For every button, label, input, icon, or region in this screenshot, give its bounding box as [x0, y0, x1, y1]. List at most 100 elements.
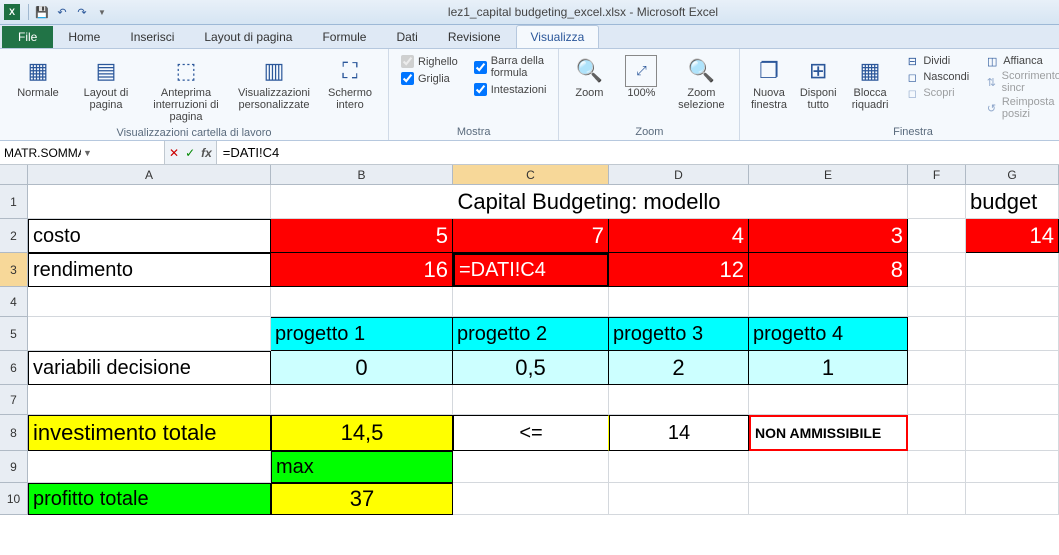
- redo-icon[interactable]: ↷: [73, 3, 91, 21]
- row-header-8[interactable]: 8: [0, 415, 28, 451]
- cell-F1[interactable]: [908, 185, 966, 219]
- cell-A2[interactable]: costo: [28, 219, 271, 253]
- btn-normale[interactable]: ▦ Normale: [6, 53, 70, 101]
- cell-G10[interactable]: [966, 483, 1059, 515]
- tab-home[interactable]: Home: [53, 25, 115, 48]
- cell-E7[interactable]: [749, 385, 908, 415]
- cell-G7[interactable]: [966, 385, 1059, 415]
- col-header-C[interactable]: C: [453, 165, 609, 185]
- cell-C3-editing[interactable]: =DATI!C4: [453, 253, 609, 287]
- btn-nuova-finestra[interactable]: ❐ Nuova finestra: [746, 53, 791, 113]
- col-header-A[interactable]: A: [28, 165, 271, 185]
- row-header-1[interactable]: 1: [0, 185, 28, 219]
- col-header-B[interactable]: B: [271, 165, 453, 185]
- cell-E2[interactable]: 3: [749, 219, 908, 253]
- cell-C2[interactable]: 7: [453, 219, 609, 253]
- cancel-formula-button[interactable]: ✕: [169, 146, 179, 160]
- btn-disponi-tutto[interactable]: ⊞ Disponi tutto: [796, 53, 841, 113]
- cell-D9[interactable]: [609, 451, 749, 483]
- row-header-7[interactable]: 7: [0, 385, 28, 415]
- btn-affianca[interactable]: ◫Affianca: [985, 54, 1059, 68]
- accept-formula-button[interactable]: ✓: [185, 146, 195, 160]
- btn-blocca-riquadri[interactable]: ▦ Blocca riquadri: [845, 53, 896, 113]
- cell-E3[interactable]: 8: [749, 253, 908, 287]
- row-header-2[interactable]: 2: [0, 219, 28, 253]
- name-box-dropdown-icon[interactable]: ▼: [83, 148, 160, 158]
- chk-righello[interactable]: Righello: [401, 55, 458, 68]
- cell-G1[interactable]: budget: [966, 185, 1059, 219]
- row-header-9[interactable]: 9: [0, 451, 28, 483]
- cell-A7[interactable]: [28, 385, 271, 415]
- cell-E4[interactable]: [749, 287, 908, 317]
- btn-scorrimento[interactable]: ⇅Scorrimento sincr: [985, 70, 1059, 94]
- tab-visualizza[interactable]: Visualizza: [516, 25, 600, 48]
- btn-nascondi[interactable]: ◻Nascondi: [905, 70, 969, 84]
- cell-C7[interactable]: [453, 385, 609, 415]
- cell-G4[interactable]: [966, 287, 1059, 317]
- cell-E5[interactable]: progetto 4: [749, 317, 908, 351]
- tab-inserisci[interactable]: Inserisci: [115, 25, 189, 48]
- cell-B4[interactable]: [271, 287, 453, 317]
- cell-E8[interactable]: NON AMMISSIBILE: [749, 415, 908, 451]
- cell-A3[interactable]: rendimento: [28, 253, 271, 287]
- cell-D6[interactable]: 2: [609, 351, 749, 385]
- cell-E9[interactable]: [749, 451, 908, 483]
- cell-A5[interactable]: [28, 317, 271, 351]
- cell-A10[interactable]: profitto totale: [28, 483, 271, 515]
- cell-D10[interactable]: [609, 483, 749, 515]
- formula-input[interactable]: =DATI!C4: [217, 141, 1059, 164]
- tab-formule[interactable]: Formule: [307, 25, 381, 48]
- tab-layout[interactable]: Layout di pagina: [189, 25, 307, 48]
- btn-layout-pagina[interactable]: ▤ Layout di pagina: [74, 53, 138, 113]
- select-all-corner[interactable]: [0, 165, 28, 185]
- file-tab[interactable]: File: [2, 26, 53, 48]
- cell-G2[interactable]: 14: [966, 219, 1059, 253]
- cell-D7[interactable]: [609, 385, 749, 415]
- btn-reimposta[interactable]: ↺Reimposta posizi: [985, 96, 1059, 120]
- cell-F4[interactable]: [908, 287, 966, 317]
- cell-B2[interactable]: 5: [271, 219, 453, 253]
- cell-A8[interactable]: investimento totale: [28, 415, 271, 451]
- btn-schermo-intero[interactable]: ⛶ Schermo intero: [318, 53, 382, 113]
- cell-F7[interactable]: [908, 385, 966, 415]
- btn-personalizzate[interactable]: ▥ Visualizzazioni personalizzate: [234, 53, 314, 113]
- cell-B5[interactable]: progetto 1: [271, 317, 453, 351]
- cell-D8[interactable]: 14: [609, 415, 749, 451]
- row-header-10[interactable]: 10: [0, 483, 28, 515]
- cell-G8[interactable]: [966, 415, 1059, 451]
- row-header-3[interactable]: 3: [0, 253, 28, 287]
- undo-icon[interactable]: ↶: [53, 3, 71, 21]
- col-header-F[interactable]: F: [908, 165, 966, 185]
- cell-A9[interactable]: [28, 451, 271, 483]
- chk-intestazioni[interactable]: Intestazioni: [474, 83, 547, 96]
- cell-G9[interactable]: [966, 451, 1059, 483]
- btn-dividi[interactable]: ⊟Dividi: [905, 54, 969, 68]
- insert-function-button[interactable]: fx: [201, 146, 212, 160]
- cell-G3[interactable]: [966, 253, 1059, 287]
- cell-B7[interactable]: [271, 385, 453, 415]
- btn-zoom-100[interactable]: ⤢ 100%: [617, 53, 665, 101]
- cell-E6[interactable]: 1: [749, 351, 908, 385]
- cell-C8[interactable]: <=: [453, 415, 609, 451]
- tab-revisione[interactable]: Revisione: [433, 25, 516, 48]
- col-header-G[interactable]: G: [966, 165, 1059, 185]
- cell-B10[interactable]: 37: [271, 483, 453, 515]
- cell-F3[interactable]: [908, 253, 966, 287]
- btn-anteprima[interactable]: ⬚ Anteprima interruzioni di pagina: [142, 53, 230, 125]
- tab-dati[interactable]: Dati: [381, 25, 432, 48]
- name-box[interactable]: MATR.SOMMA.PRO... ▼: [0, 141, 165, 164]
- cell-C5[interactable]: progetto 2: [453, 317, 609, 351]
- cell-F6[interactable]: [908, 351, 966, 385]
- row-header-6[interactable]: 6: [0, 351, 28, 385]
- cell-A6[interactable]: variabili decisione: [28, 351, 271, 385]
- cell-E10[interactable]: [749, 483, 908, 515]
- cell-F2[interactable]: [908, 219, 966, 253]
- cell-B8[interactable]: 14,5: [271, 415, 453, 451]
- btn-zoom[interactable]: 🔍 Zoom: [565, 53, 613, 101]
- cell-A4[interactable]: [28, 287, 271, 317]
- cell-D3[interactable]: 12: [609, 253, 749, 287]
- cell-B1-merged[interactable]: Capital Budgeting: modello: [271, 185, 908, 219]
- cell-C6[interactable]: 0,5: [453, 351, 609, 385]
- cell-B9[interactable]: max: [271, 451, 453, 483]
- cell-B6[interactable]: 0: [271, 351, 453, 385]
